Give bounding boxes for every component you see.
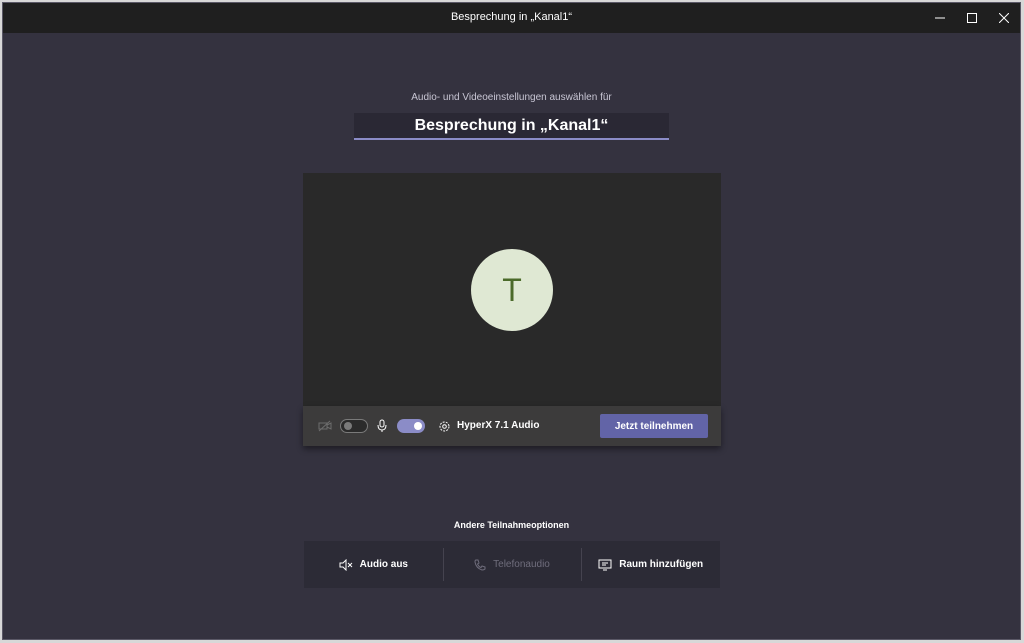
camera-toggle[interactable]: [340, 419, 368, 433]
device-settings-button[interactable]: [436, 418, 452, 434]
meeting-name-input[interactable]: [354, 113, 669, 140]
audio-off-option[interactable]: Audio aus: [304, 541, 443, 588]
phone-audio-option[interactable]: Telefonaudio: [442, 541, 582, 588]
device-controls-bar: HyperX 7.1 Audio Jetzt teilnehmen: [303, 406, 721, 446]
minimize-button[interactable]: [924, 3, 956, 33]
speaker-mute-icon: [339, 558, 353, 571]
maximize-icon: [967, 13, 977, 23]
add-room-label: Raum hinzufügen: [619, 559, 704, 570]
close-button[interactable]: [988, 3, 1020, 33]
join-now-button[interactable]: Jetzt teilnehmen: [600, 414, 708, 438]
microphone-toggle[interactable]: [397, 419, 425, 433]
other-join-options: Audio aus Telefonaudio Raum hinzufügen: [304, 541, 720, 588]
audio-device-label: HyperX 7.1 Audio: [457, 420, 540, 431]
title-bar: Besprechung in „Kanal1“: [3, 3, 1020, 33]
window-title: Besprechung in „Kanal1“: [450, 11, 573, 23]
gear-icon: [439, 421, 449, 431]
camera-off-icon: [317, 419, 333, 433]
phone-icon: [474, 559, 486, 571]
maximize-button[interactable]: [956, 3, 988, 33]
add-room-option[interactable]: Raum hinzufügen: [581, 541, 720, 588]
video-preview: T: [303, 173, 721, 406]
close-icon: [999, 13, 1009, 23]
audio-off-label: Audio aus: [359, 559, 408, 570]
avatar: T: [471, 249, 553, 331]
room-cast-icon: [598, 559, 612, 570]
other-join-options-heading: Andere Teilnahmeoptionen: [453, 520, 570, 530]
phone-audio-label: Telefonaudio: [493, 559, 550, 570]
settings-subtitle: Audio- und Videoeinstellungen auswählen …: [411, 92, 612, 103]
window-controls: [924, 3, 1020, 33]
teams-window: Besprechung in „Kanal1“ Audio- und Video…: [3, 3, 1020, 639]
minimize-icon: [935, 17, 945, 19]
microphone-icon: [376, 418, 388, 434]
